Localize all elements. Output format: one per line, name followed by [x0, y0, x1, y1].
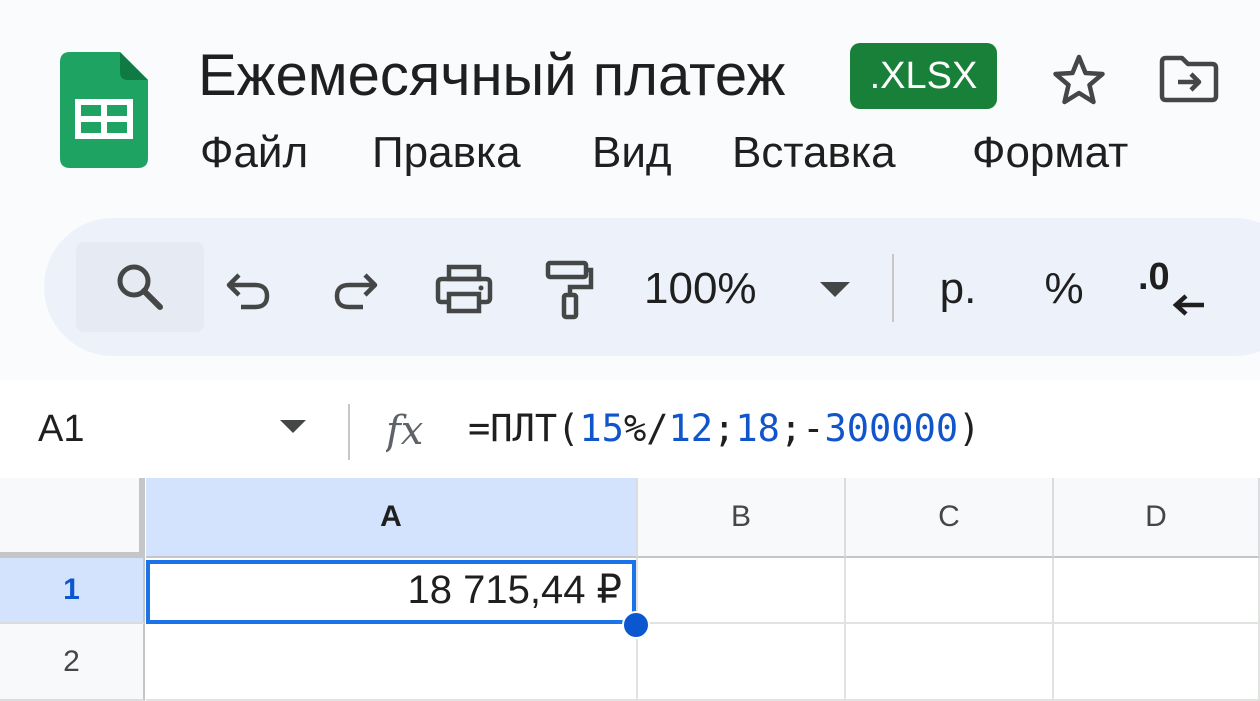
sheets-logo-icon[interactable]: [60, 52, 148, 168]
spreadsheet-grid: A B C D 1 2 18 715,44 ₽: [0, 478, 1260, 701]
zoom-value: 100%: [644, 264, 757, 313]
redo-icon: [334, 273, 378, 310]
arrow-left-icon: [1172, 294, 1204, 316]
print-icon: [435, 264, 493, 314]
star-icon[interactable]: [1050, 52, 1108, 110]
column-header-a[interactable]: A: [146, 478, 638, 558]
menu-edit[interactable]: Правка: [372, 126, 521, 180]
name-box[interactable]: A1: [38, 404, 84, 454]
search-button[interactable]: [76, 242, 204, 332]
decrease-decimal-label: .0: [1138, 256, 1170, 298]
decrease-decimal-button[interactable]: .0: [1134, 256, 1214, 326]
redo-button[interactable]: [320, 262, 390, 318]
paint-format-icon: [545, 260, 594, 320]
formula-token: ;-: [779, 407, 825, 450]
print-button[interactable]: [428, 258, 500, 320]
fx-icon: fx: [386, 408, 423, 454]
formula-token: ;: [713, 407, 736, 450]
formula-token-number: 12: [668, 407, 714, 450]
undo-icon: [226, 273, 270, 310]
document-title[interactable]: Ежемесячный платеж: [198, 42, 785, 110]
zoom-select[interactable]: 100%: [644, 258, 864, 320]
select-all-corner[interactable]: [0, 478, 145, 558]
menu-format[interactable]: Формат: [972, 126, 1128, 180]
cell-b1[interactable]: [638, 558, 846, 624]
menu-file[interactable]: Файл: [200, 126, 308, 180]
formula-token: =ПЛТ(: [468, 407, 580, 450]
file-format-badge: .XLSX: [850, 43, 997, 109]
formula-token-number: 15: [579, 407, 624, 450]
column-header-b[interactable]: B: [638, 478, 846, 558]
formula-token-number: 300000: [824, 407, 959, 450]
cell-a1[interactable]: 18 715,44 ₽: [146, 558, 638, 624]
menu-insert[interactable]: Вставка: [732, 126, 896, 180]
formula-token: %/: [623, 407, 669, 450]
search-icon: [117, 264, 163, 310]
toolbar: 100% р. % .0: [44, 218, 1260, 356]
paint-format-button[interactable]: [538, 256, 600, 324]
percent-format-button[interactable]: %: [1030, 258, 1098, 320]
column-header-d[interactable]: D: [1054, 478, 1260, 558]
menu-view[interactable]: Вид: [592, 126, 672, 180]
percent-label: %: [1044, 264, 1084, 313]
currency-format-button[interactable]: р.: [924, 258, 992, 320]
cell-d2[interactable]: [1054, 624, 1260, 701]
fill-handle[interactable]: [622, 611, 650, 639]
cell-a2[interactable]: [146, 624, 638, 701]
name-box-dropdown-icon[interactable]: [280, 420, 306, 433]
cell-c2[interactable]: [846, 624, 1054, 701]
fx-label: fx: [386, 408, 423, 454]
cell-d1[interactable]: [1054, 558, 1260, 624]
formula-token: ): [958, 407, 981, 450]
toolbar-divider: [892, 254, 894, 322]
currency-label: р.: [939, 264, 977, 313]
row-header-2[interactable]: 2: [0, 624, 145, 701]
move-to-folder-icon[interactable]: [1158, 54, 1220, 104]
formula-token-number: 18: [735, 407, 780, 450]
chevron-down-icon: [820, 282, 850, 297]
cell-c1[interactable]: [846, 558, 1054, 624]
cell-b2[interactable]: [638, 624, 846, 701]
formula-bar: A1 fx =ПЛТ(15%/12;18;-300000): [0, 380, 1260, 478]
formula-bar-divider: [348, 404, 350, 460]
formula-input[interactable]: =ПЛТ(15%/12;18;-300000): [468, 404, 980, 454]
column-header-c[interactable]: C: [846, 478, 1054, 558]
app-header: Ежемесячный платеж .XLSX Файл Правка Вид…: [0, 0, 1260, 215]
undo-button[interactable]: [214, 262, 284, 318]
row-header-1[interactable]: 1: [0, 558, 145, 624]
